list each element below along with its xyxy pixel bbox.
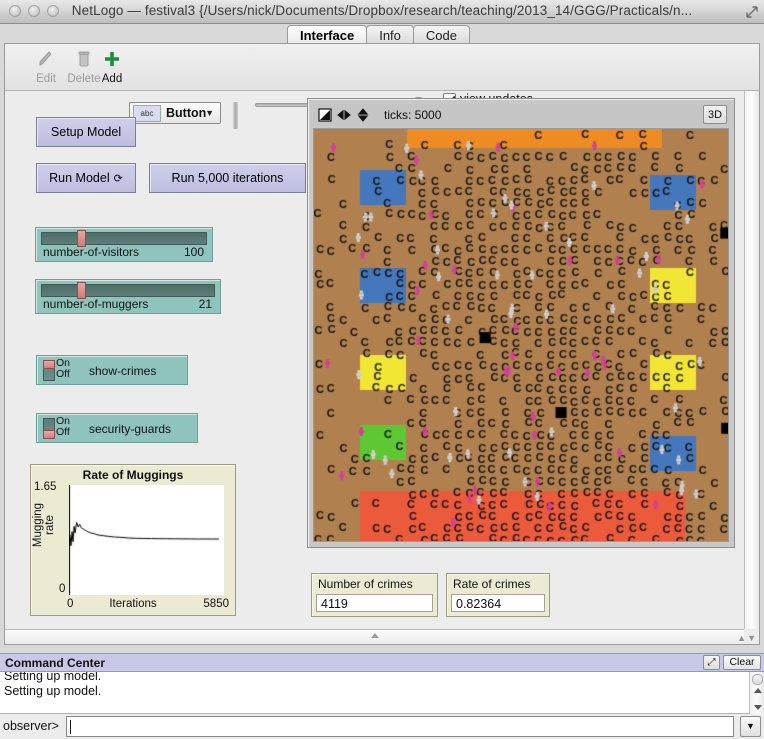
slider-number-of-muggers[interactable]: number-of-muggers 21 [35,279,221,314]
forever-icon: ⟳ [113,172,123,185]
plus-icon [105,52,119,66]
netlogo-window: NetLogo — festival3 {/Users/nick/Documen… [0,0,764,739]
monitor-number-of-crimes[interactable]: Number of crimes 4119 [311,573,438,617]
command-center-header: Command Center ⤢ Clear [0,653,764,672]
slider-track[interactable] [41,232,207,245]
run-model-button[interactable]: Run Model ⟳ [36,163,136,193]
slider-track[interactable] [41,284,215,297]
monitor-label: Rate of crimes [453,577,531,591]
setup-model-label: Setup Model [50,125,122,139]
monitor-label: Number of crimes [318,577,413,591]
monitor-value: 0.82364 [456,597,502,611]
add-label: Add [101,73,123,85]
scroll-up-icon[interactable] [754,688,762,693]
tab-list: Interface Info Code [287,24,470,44]
title-bar: NetLogo — festival3 {/Users/nick/Documen… [0,0,764,24]
view-3d-button[interactable]: 3D [703,105,727,124]
plot-title: Rate of Muggings [82,468,184,482]
switch-show-crimes[interactable]: On Off show-crimes [36,355,188,385]
plot-canvas [69,485,224,595]
run-iterations-label: Run 5,000 iterations [171,171,284,185]
chevron-down-icon: ▼ [205,108,214,118]
slider-name: number-of-muggers [43,297,149,311]
switch-onoff-labels: On Off [56,358,70,380]
expand-icon[interactable]: ⤢ [703,655,720,670]
scroll-caret-icon [370,633,379,638]
widget-icon: abc [133,104,161,122]
pencil-icon [39,51,52,66]
switch-security-guards[interactable]: On Off security-guards [36,413,198,443]
command-center-title: Command Center [5,656,106,670]
command-input-row: observer> ▼ [0,715,764,739]
toolbar-divider-1 [233,102,238,129]
edit-mode-icon[interactable] [318,108,332,122]
setup-model-button[interactable]: Setup Model [36,117,136,147]
scroll-down-icon[interactable] [754,705,762,710]
command-center-scrollbar[interactable] [749,672,764,714]
resize-icon[interactable] [745,5,759,19]
world-view-toolbar: ticks: 5000 3D [313,104,729,126]
clear-button[interactable]: Clear [723,655,761,670]
command-center-output[interactable]: Setting up model. Setting up model. Sett… [0,672,749,714]
output-line: Setting up model. [4,684,102,698]
switch-name: show-crimes [89,364,157,378]
interface-toolbar: Edit Delete Add abc Button ▼ [5,44,759,130]
switch-off-label: Off [56,368,70,380]
window-title: NetLogo — festival3 {/Users/nick/Documen… [71,3,693,18]
run-model-label: Run Model [49,171,110,185]
history-dropdown-button[interactable]: ▼ [740,716,761,737]
switch-onoff-labels: On Off [56,416,70,438]
slider-value: 21 [198,297,212,311]
monitor-value-box: 4119 [316,594,433,612]
plot-x-max-label: 5850 [203,598,229,610]
scrollbar-thumb[interactable] [752,674,763,685]
plot-y-max-label: 1.65 [34,481,57,493]
pan-horizontal-icon[interactable] [337,108,351,122]
slider-number-of-visitors[interactable]: number-of-visitors 100 [35,227,213,262]
switch-name: security-guards [89,422,172,436]
rate-of-muggings-plot[interactable]: Rate of Muggings 1.65 0 Mugging rate 0 I… [30,464,236,616]
panel-vertical-scrollbar[interactable] [744,91,759,629]
plot-y-axis-label: Mugging rate [32,502,56,548]
switch-track[interactable] [43,418,55,439]
run-iterations-button[interactable]: Run 5,000 iterations [149,163,306,193]
widget-type-select[interactable]: abc Button ▼ [129,102,221,124]
world-view[interactable]: ticks: 5000 3D [307,98,735,548]
switch-thumb[interactable] [43,360,55,369]
widget-type-label: Button [166,106,207,120]
output-line: Setting up model. [4,672,102,683]
add-button[interactable]: Add [89,49,135,85]
plot-y-min-label: 0 [59,583,66,595]
command-center: Command Center ⤢ Clear Setting up model.… [0,653,764,739]
tab-code[interactable]: Code [412,25,470,44]
monitor-value: 4119 [321,597,348,611]
monitor-value-box: 0.82364 [451,594,545,612]
scroll-corner-arrows-icon[interactable]: ▲▼ [737,633,757,643]
text-caret [70,720,71,734]
ticks-label: ticks: 5000 [384,108,442,122]
world-canvas[interactable] [314,129,728,541]
switch-off-label: Off [56,426,70,438]
world-canvas-container[interactable] [313,128,729,542]
switch-track[interactable] [43,360,55,381]
slider-value: 100 [183,245,204,259]
slider-name: number-of-visitors [43,245,140,259]
observer-prompt: observer> [3,719,59,733]
tab-interface[interactable]: Interface [287,25,368,44]
monitor-rate-of-crimes[interactable]: Rate of crimes 0.82364 [446,573,550,617]
command-input[interactable] [66,716,734,737]
switch-thumb[interactable] [43,430,55,439]
pan-vertical-icon[interactable] [356,108,370,122]
panel-horizontal-scrollbar[interactable] [5,629,744,644]
tab-info[interactable]: Info [366,25,414,44]
